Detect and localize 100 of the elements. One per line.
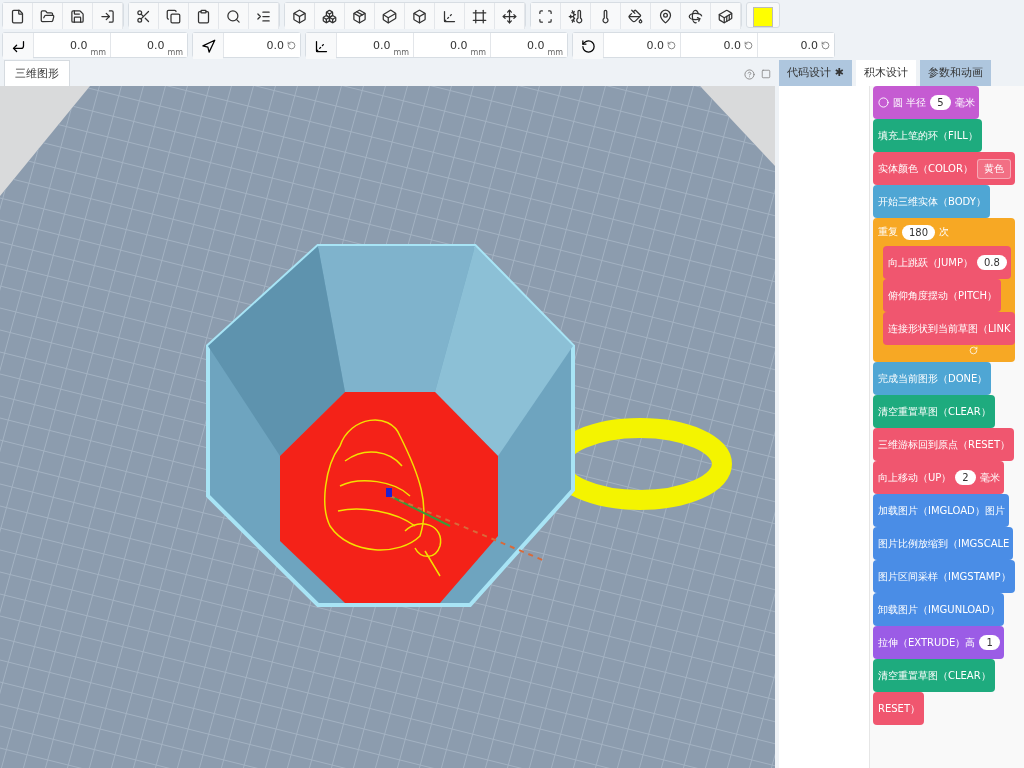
toolbar-button[interactable] bbox=[219, 3, 249, 29]
loop-arrow-icon bbox=[969, 346, 978, 355]
cube-icon bbox=[382, 8, 397, 24]
block-label: 向上跳跃（JUMP） bbox=[888, 255, 973, 270]
coordinate-field[interactable]: 0.0 bbox=[603, 33, 680, 57]
axis-corner-icon bbox=[10, 38, 26, 54]
block-label: 三维游标回到原点（RESET） bbox=[878, 437, 1011, 452]
coordinate-field[interactable]: 0.0 mm bbox=[490, 33, 567, 57]
block-label: 向上移动（UP） bbox=[878, 470, 952, 485]
toolbar-button[interactable] bbox=[621, 3, 651, 29]
code-block[interactable]: 拉伸（EXTRUDE）高 1 bbox=[873, 626, 1004, 659]
degree-icon bbox=[821, 40, 830, 50]
cube-icon bbox=[292, 8, 307, 24]
toolbar-button[interactable] bbox=[711, 3, 741, 29]
scissors-icon bbox=[136, 8, 151, 24]
coordinate-field[interactable]: 0.0 mm bbox=[413, 33, 490, 57]
panel-tab[interactable]: 代码设计 ✱ bbox=[779, 60, 852, 86]
coordinate-button[interactable] bbox=[573, 33, 603, 59]
block-label: 卸载图片（IMGUNLOAD） bbox=[878, 602, 1000, 617]
degree-icon bbox=[744, 40, 753, 50]
toolbar-button[interactable] bbox=[465, 3, 495, 29]
toolbar-button[interactable] bbox=[435, 3, 465, 29]
block-label: 拉伸（EXTRUDE）高 bbox=[878, 635, 976, 650]
code-block[interactable]: 圆 半径 5 毫米 bbox=[873, 86, 979, 119]
coordinate-button[interactable] bbox=[306, 33, 336, 59]
cube-icon bbox=[352, 8, 367, 24]
block-label: 图片区间采样（IMGSTAMP） bbox=[878, 569, 1011, 584]
code-block[interactable]: 向上移动（UP） 2 毫米 bbox=[873, 461, 1004, 494]
toolbar-button[interactable] bbox=[561, 3, 591, 29]
code-block[interactable]: 向上跳跃（JUMP） 0.8 bbox=[883, 246, 1011, 279]
coordinate-button[interactable] bbox=[193, 33, 223, 59]
paint-bucket-icon bbox=[628, 8, 643, 24]
cube-outline-icon bbox=[412, 8, 427, 24]
block-label: 俯仰角度摆动（PITCH） bbox=[888, 288, 997, 303]
rotate-icon bbox=[688, 8, 703, 24]
axes-icon bbox=[442, 8, 457, 24]
block-label: 填充上笔的环（FILL） bbox=[878, 128, 978, 143]
toolbar-button[interactable] bbox=[3, 3, 33, 29]
toolbar-button[interactable] bbox=[285, 3, 315, 29]
coordinate-field[interactable]: 0.0 mm bbox=[110, 33, 187, 57]
block-label: 清空重置草图（CLEAR） bbox=[878, 668, 991, 683]
toolbar-button[interactable] bbox=[345, 3, 375, 29]
toolbar-button[interactable] bbox=[249, 3, 279, 29]
block-label: 开始三维实体（BODY） bbox=[878, 194, 986, 209]
toolbar-button[interactable] bbox=[129, 3, 159, 29]
number-input[interactable]: 1 bbox=[979, 635, 1000, 650]
number-input[interactable]: 2 bbox=[955, 470, 976, 485]
search-icon bbox=[226, 8, 241, 24]
block-label: 毫米 bbox=[979, 470, 1000, 485]
block-label: 加载图片（IMGLOAD）图片 bbox=[878, 503, 1005, 518]
number-input[interactable]: 180 bbox=[902, 224, 936, 240]
toolbar-button[interactable] bbox=[591, 3, 621, 29]
block-label: 实体颜色（COLOR） bbox=[878, 161, 973, 176]
copy-icon bbox=[166, 8, 181, 24]
toolbar-button[interactable] bbox=[681, 3, 711, 29]
toolbar-button[interactable] bbox=[651, 3, 681, 29]
file-icon bbox=[10, 8, 25, 24]
repeat-block[interactable]: 重复 180 次 向上跳跃（JUMP） 0.8 俯仰角度摆动（PITCH） 连接形状到当前草图（LINK bbox=[873, 218, 1015, 362]
fit-icon bbox=[538, 8, 553, 24]
pin-icon bbox=[658, 8, 673, 24]
block-label: 圆 半径 bbox=[893, 95, 927, 110]
import-icon bbox=[100, 8, 115, 24]
toolbar-button[interactable] bbox=[189, 3, 219, 29]
toolbar-button[interactable] bbox=[495, 3, 525, 29]
toolbar-button[interactable] bbox=[159, 3, 189, 29]
degree-icon bbox=[287, 40, 296, 50]
frame-icon bbox=[472, 8, 487, 24]
panel-tab[interactable]: 参数和动画 bbox=[919, 60, 991, 86]
toolbar-button[interactable] bbox=[63, 3, 93, 29]
toolbar-button[interactable] bbox=[375, 3, 405, 29]
number-input[interactable]: 0.8 bbox=[976, 255, 1007, 270]
number-input[interactable]: 5 bbox=[930, 95, 951, 110]
direction-icon bbox=[200, 38, 216, 54]
viewport-tab[interactable]: 三维图形 bbox=[4, 60, 70, 86]
block-label: 连接形状到当前草图（LINK bbox=[888, 321, 1011, 336]
cube-icon bbox=[322, 8, 337, 24]
toolbar-button[interactable] bbox=[33, 3, 63, 29]
color-swatch[interactable] bbox=[753, 7, 773, 27]
coordinate-field[interactable]: 0.0 bbox=[223, 33, 300, 57]
toolbar-button[interactable] bbox=[315, 3, 345, 29]
coordinate-field[interactable]: 0.0 bbox=[757, 33, 834, 57]
block-label: 清空重置草图（CLEAR） bbox=[878, 404, 991, 419]
toolbar-button[interactable] bbox=[405, 3, 435, 29]
toolbar-button[interactable] bbox=[93, 3, 123, 29]
coordinate-button[interactable] bbox=[3, 33, 33, 59]
panel-tab[interactable]: 积木设计 bbox=[855, 60, 916, 86]
block-label: 图片比例放缩到（IMGSCALE bbox=[878, 536, 1010, 551]
axes-icon bbox=[313, 38, 329, 54]
coordinate-field[interactable]: 0.0 mm bbox=[336, 33, 413, 57]
coordinate-field[interactable]: 0.0 bbox=[680, 33, 757, 57]
list-indent-icon bbox=[256, 8, 271, 24]
paste-icon bbox=[196, 8, 211, 24]
degree-icon bbox=[667, 40, 676, 50]
block-label: 完成当前图形（DONE） bbox=[878, 371, 988, 386]
coordinate-field[interactable]: 0.0 mm bbox=[33, 33, 110, 57]
3d-viewport[interactable] bbox=[0, 86, 775, 768]
folder-icon bbox=[40, 8, 55, 24]
save-icon bbox=[70, 8, 85, 24]
block-label: 重复 bbox=[878, 225, 898, 239]
rotate-icon bbox=[580, 38, 596, 54]
